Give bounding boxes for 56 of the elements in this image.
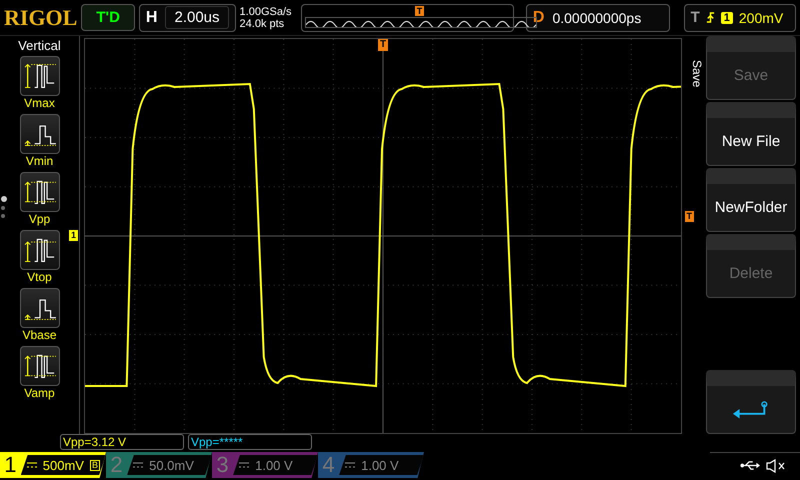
softkey-button[interactable]: NewFolder bbox=[706, 168, 796, 232]
trigger-level-marker[interactable]: T bbox=[684, 211, 694, 222]
channel-scale: 1.00 V bbox=[255, 458, 293, 472]
dc-coupling-icon bbox=[239, 462, 250, 468]
horizontal-scale-value: 2.00us bbox=[165, 6, 229, 29]
measurement-readout: Vpp=3.12 V bbox=[60, 434, 184, 450]
measurement-button[interactable] bbox=[20, 56, 60, 96]
trigger-channel-badge: 1 bbox=[720, 12, 733, 24]
horizontal-scale-panel[interactable]: H 2.00us bbox=[138, 4, 236, 32]
trigger-level-value: 200mV bbox=[738, 10, 784, 26]
measurement-button[interactable] bbox=[20, 114, 60, 154]
trigger-label: T bbox=[690, 9, 700, 26]
dc-coupling-icon bbox=[26, 462, 37, 468]
channel-scale: 1.00 V bbox=[361, 458, 399, 472]
trigger-panel[interactable]: T 1 200mV bbox=[684, 4, 796, 32]
horizontal-label: H bbox=[146, 8, 158, 26]
back-button[interactable] bbox=[706, 370, 796, 434]
dc-coupling-icon bbox=[345, 462, 356, 468]
measurement-button[interactable] bbox=[20, 230, 60, 270]
bandwidth-limit-badge: B bbox=[90, 460, 100, 470]
measurement-button[interactable] bbox=[20, 288, 60, 328]
sample-rate: 1.00GSa/s bbox=[240, 6, 293, 18]
measurement-label: Vpp bbox=[28, 212, 50, 227]
run-status[interactable]: T'D bbox=[81, 4, 135, 31]
softkey-button[interactable]: New File bbox=[706, 102, 796, 166]
usb-icon bbox=[740, 460, 760, 471]
channel-tab[interactable]: 2 50.0mV bbox=[106, 452, 212, 478]
return-arrow-icon bbox=[732, 400, 770, 420]
channel-number: 1 bbox=[3, 452, 18, 478]
trigger-position-marker[interactable]: T bbox=[378, 39, 388, 51]
measurement-label: Vmin bbox=[26, 154, 54, 169]
sidebar-title: Vertical bbox=[18, 38, 61, 53]
channel-number: 3 bbox=[215, 452, 230, 478]
measurement-label: Vamp bbox=[24, 386, 55, 401]
channel-tab[interactable]: 1 500mV B bbox=[0, 452, 106, 478]
channel-tab[interactable]: 3 1.00 V bbox=[212, 452, 318, 478]
channel-tab[interactable]: 4 1.00 V bbox=[318, 452, 424, 478]
menu-title: Save bbox=[690, 60, 704, 88]
memory-depth: 24.0k pts bbox=[240, 18, 286, 30]
dc-coupling-icon bbox=[133, 462, 144, 468]
channel-offset-marker[interactable]: 1 bbox=[69, 230, 78, 241]
measurement-label: Vmax bbox=[24, 96, 55, 111]
measurement-button[interactable] bbox=[20, 346, 60, 386]
channel-number: 4 bbox=[321, 452, 336, 478]
measurement-label: Vbase bbox=[22, 328, 57, 343]
brand-logo: RIGOL bbox=[4, 4, 78, 30]
speaker-muted-icon bbox=[766, 458, 786, 472]
measurement-readout: Vpp=***** bbox=[188, 434, 312, 450]
channel-scale: 500mV bbox=[42, 458, 84, 472]
rising-edge-icon bbox=[706, 11, 715, 24]
delay-value: 0.00000000ps bbox=[552, 10, 642, 26]
measurement-label: Vtop bbox=[27, 270, 52, 285]
trigger-position-marker: T bbox=[414, 6, 424, 16]
measurement-button[interactable] bbox=[20, 172, 60, 212]
channel-number: 2 bbox=[109, 452, 124, 478]
channel-scale: 50.0mV bbox=[149, 458, 194, 472]
